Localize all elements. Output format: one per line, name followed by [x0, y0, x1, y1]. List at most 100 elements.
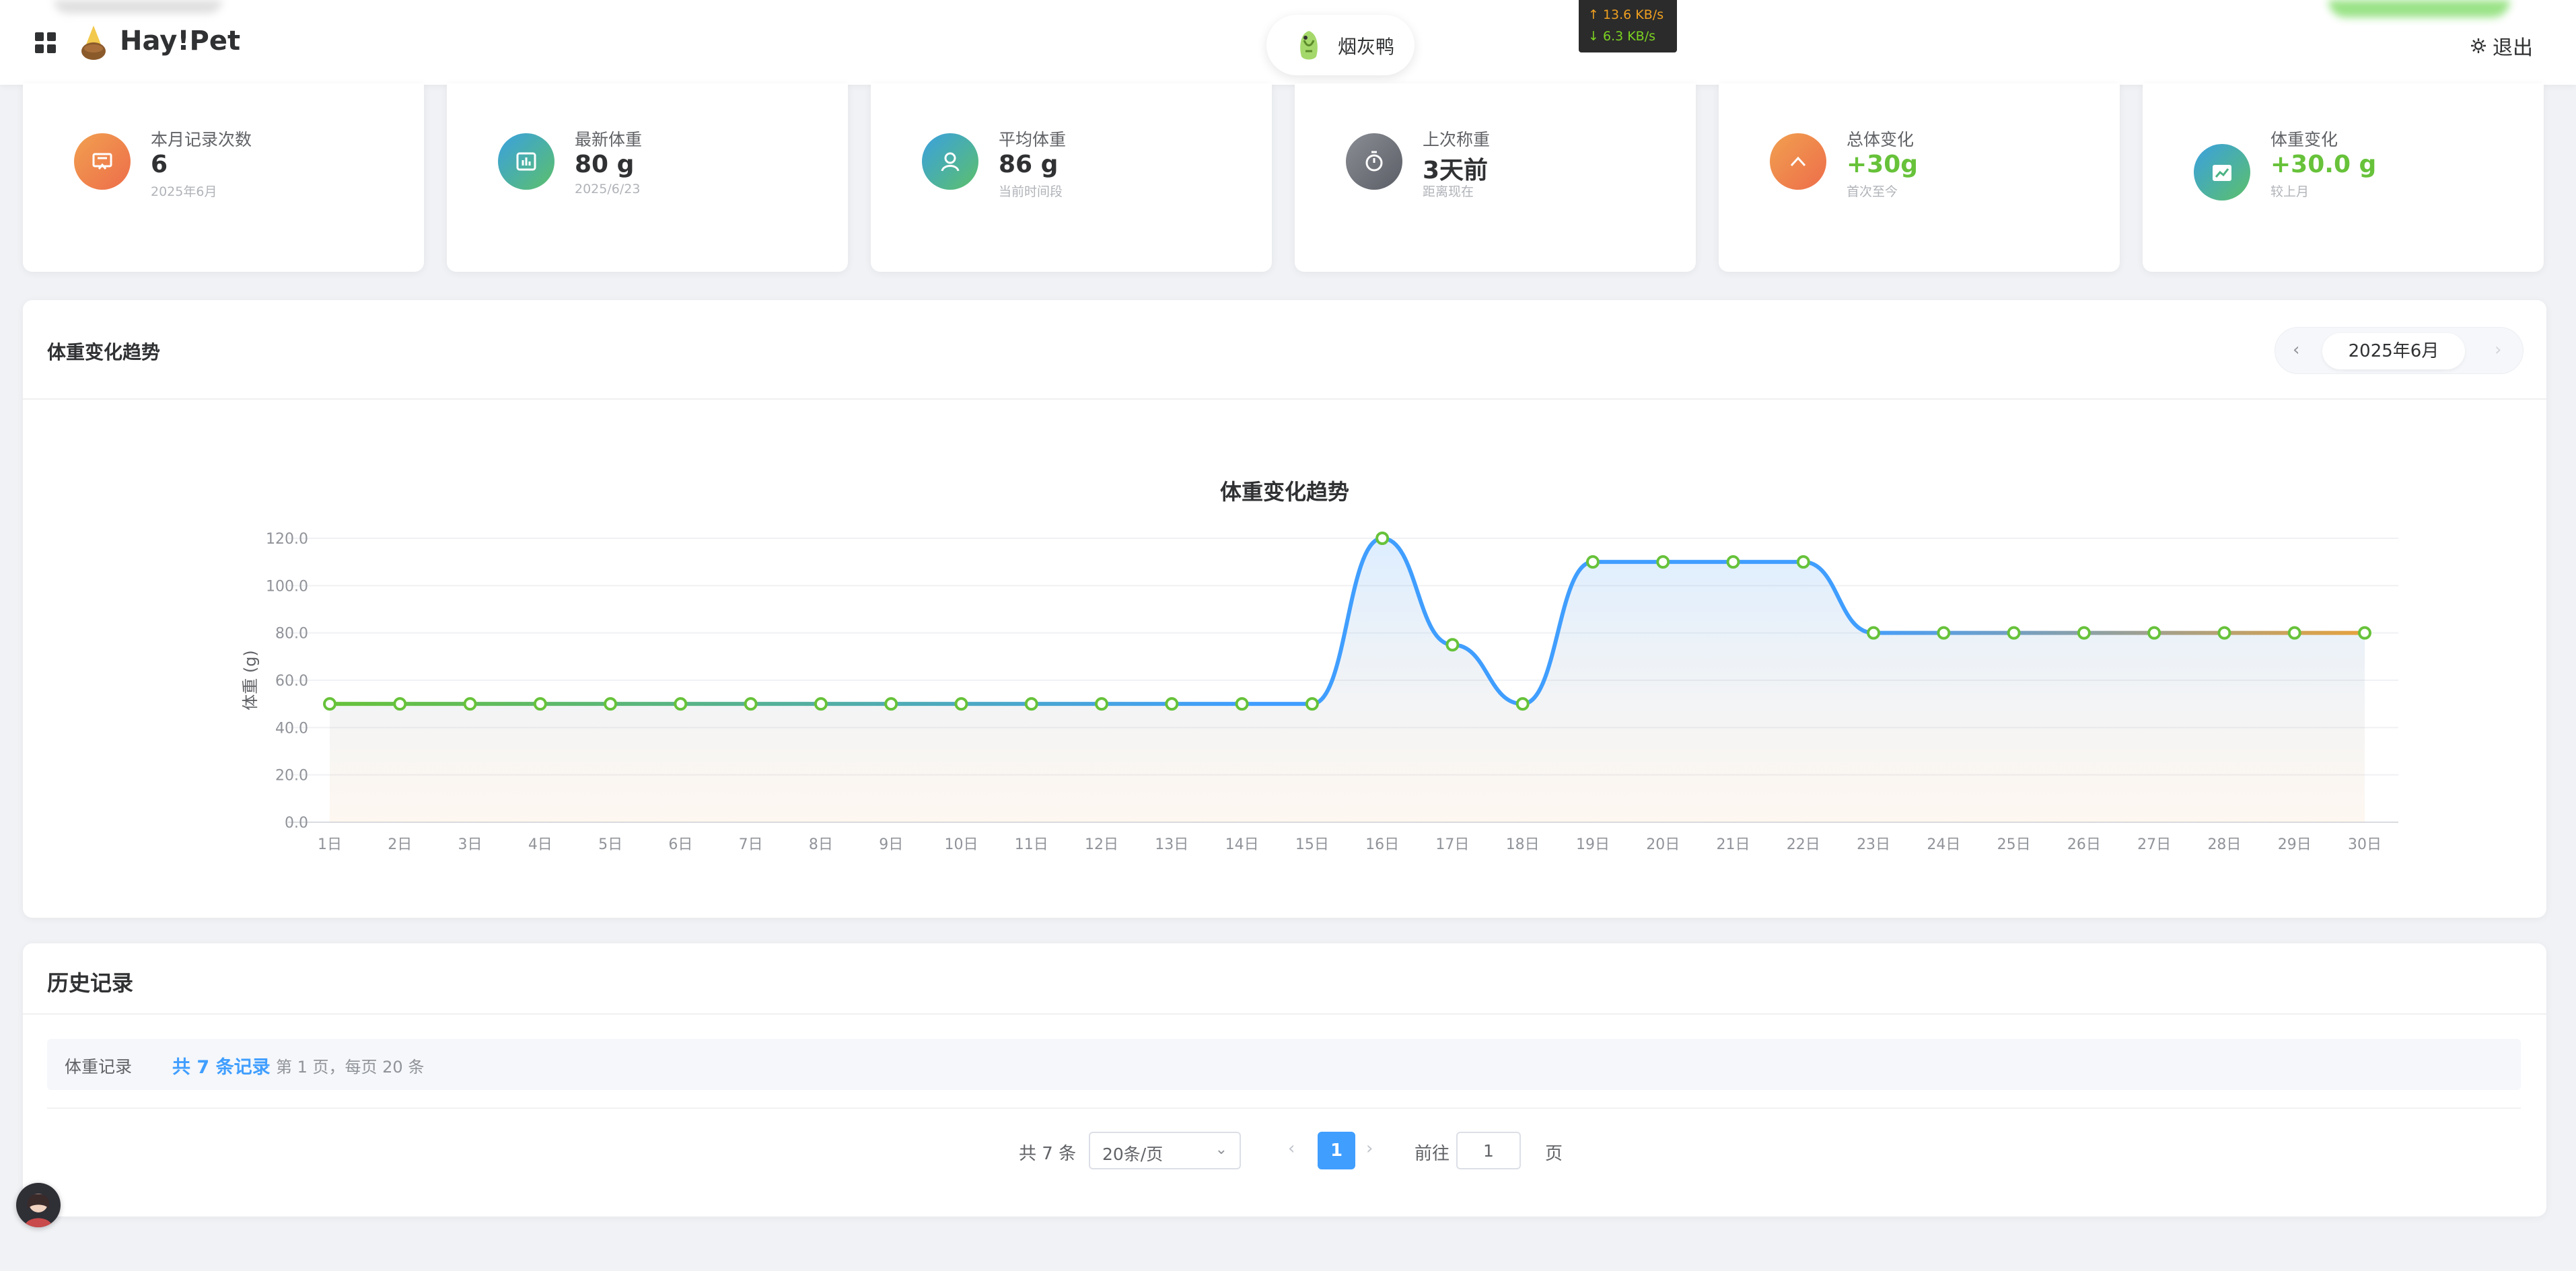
upload-speed: ↑ 13.6 KB/s: [1588, 7, 1664, 22]
history-record-count: 共 7 条记录: [172, 1057, 271, 1078]
stat-label: 本月记录次数: [151, 130, 252, 149]
stat-card: 总体变化 +30g 首次至今: [1719, 83, 2120, 272]
history-page-info: 第 1 页，每页 20 条: [276, 1058, 425, 1077]
data-point: [1726, 555, 1740, 569]
x-tick-label: 18日: [1506, 836, 1540, 853]
avatar-icon: [24, 1194, 52, 1227]
x-tick-label: 19日: [1576, 836, 1610, 853]
data-point: [1656, 555, 1670, 569]
history-divider-lower: [47, 1107, 2521, 1109]
x-tick-label: 8日: [809, 836, 833, 853]
next-month-button[interactable]: ›: [2495, 340, 2501, 360]
data-point: [1445, 638, 1460, 652]
pet-selector[interactable]: 烟灰鸭: [1266, 15, 1415, 75]
x-tick-label: 22日: [1787, 836, 1820, 853]
prev-month-button[interactable]: ‹: [2293, 340, 2299, 360]
stat-subtext: 2025年6月: [151, 184, 217, 199]
stat-subtext: 首次至今: [1847, 184, 1898, 199]
x-tick-label: 17日: [1435, 836, 1469, 853]
data-point: [1375, 532, 1390, 545]
x-tick-label: 15日: [1295, 836, 1329, 853]
data-point: [604, 697, 618, 711]
stat-label: 总体变化: [1847, 130, 1915, 149]
chart-title: 体重变化趋势: [1220, 479, 1349, 505]
pet-avatar-icon: [1300, 31, 1318, 60]
x-tick-label: 23日: [1857, 836, 1890, 853]
x-tick-label: 6日: [668, 836, 692, 853]
goto-page-suffix: 页: [1545, 1144, 1563, 1164]
weight-trend-panel: 体重变化趋势 ‹ 2025年6月 › 体重变化趋势 0.0 20.0 40.0 60.0…: [23, 300, 2546, 918]
x-tick-label: 26日: [2067, 836, 2101, 853]
weight-line-chart: 体重变化趋势 0.0 20.0 40.0 60.0 80.0 100.0 120.0 体重 (g…: [241, 479, 2398, 853]
data-point: [323, 697, 336, 711]
x-tick-label: 16日: [1365, 836, 1399, 853]
stat-card: 平均体重 86 g 当前时间段: [871, 83, 1272, 272]
stat-value: +30.0 g: [2270, 151, 2377, 178]
stat-label: 最新体重: [575, 130, 643, 149]
trend-chart-icon: [2194, 144, 2250, 201]
data-point: [2287, 626, 2301, 640]
stat-card: 上次称重 3天前 距离现在: [1295, 83, 1696, 272]
x-tick-label: 21日: [1717, 836, 1750, 853]
month-navigator: ‹ 2025年6月 ›: [2275, 327, 2524, 374]
x-tick-label: 13日: [1155, 836, 1188, 853]
data-point: [2358, 626, 2371, 640]
data-point: [1585, 555, 1600, 569]
pet-name: 烟灰鸭: [1338, 36, 1395, 58]
data-point: [1937, 626, 1951, 640]
y-axis-label: 体重 (g): [241, 650, 260, 711]
history-panel: 历史记录 体重记录 共 7 条记录 第 1 页，每页 20 条 共 7 条 20…: [23, 943, 2546, 1216]
presentation-icon: [74, 133, 131, 190]
data-point: [2077, 626, 2091, 640]
x-tick-label: 2日: [388, 836, 412, 853]
gear-icon: [2471, 38, 2486, 53]
pagination-prev-button[interactable]: ‹: [1288, 1138, 1295, 1159]
y-tick-label: 80.0: [275, 626, 308, 643]
data-point: [814, 697, 828, 711]
pagination-page-1[interactable]: 1: [1318, 1132, 1355, 1169]
history-title: 历史记录: [47, 970, 134, 996]
apps-grid-icon[interactable]: [35, 32, 57, 54]
x-tick-label: 29日: [2278, 836, 2312, 853]
data-point: [2007, 626, 2021, 640]
data-point: [884, 697, 898, 711]
page-size-select[interactable]: 20条/页 ⌄: [1089, 1132, 1241, 1169]
panel-title: 体重变化趋势: [47, 341, 161, 363]
x-tick-label: 12日: [1085, 836, 1118, 853]
data-point: [2147, 626, 2161, 640]
stat-card: 体重变化 +30.0 g 较上月: [2143, 83, 2544, 272]
download-speed: ↓ 6.3 KB/s: [1588, 29, 1656, 44]
x-tick-label: 5日: [598, 836, 622, 853]
user-icon: [922, 133, 978, 190]
y-tick-label: 120.0: [266, 531, 308, 548]
data-point: [1235, 697, 1249, 711]
x-tick-label: 27日: [2137, 836, 2171, 853]
x-tick-label: 3日: [458, 836, 482, 853]
goto-page-input[interactable]: [1456, 1132, 1521, 1169]
top-left-glow: [54, 0, 222, 13]
data-point: [1796, 555, 1810, 569]
x-tick-label: 4日: [528, 836, 552, 853]
data-point: [2217, 626, 2231, 640]
x-tick-label: 30日: [2348, 836, 2382, 853]
stat-subtext: 2025/6/23: [575, 182, 641, 196]
y-tick-label: 40.0: [275, 720, 308, 737]
data-point: [1024, 697, 1038, 711]
stat-card: 最新体重 80 g 2025/6/23: [447, 83, 848, 272]
stat-value: 6: [151, 151, 168, 178]
x-tick-label: 14日: [1225, 836, 1259, 853]
logo-icon: [81, 26, 106, 60]
pagination-next-button[interactable]: ›: [1366, 1138, 1373, 1159]
brand-name: Hay!Pet: [120, 26, 241, 57]
month-label[interactable]: 2025年6月: [2322, 333, 2465, 369]
logout-button[interactable]: 退出: [2470, 31, 2533, 61]
data-point: [1095, 697, 1109, 711]
stat-card: 本月记录次数 6 2025年6月: [23, 83, 424, 272]
stat-label: 平均体重: [999, 130, 1067, 149]
panel-divider: [23, 398, 2546, 400]
data-point: [954, 697, 968, 711]
user-avatar[interactable]: [16, 1183, 61, 1227]
y-tick-label: 100.0: [266, 578, 308, 595]
data-point: [1305, 697, 1319, 711]
data-point: [1867, 626, 1881, 640]
